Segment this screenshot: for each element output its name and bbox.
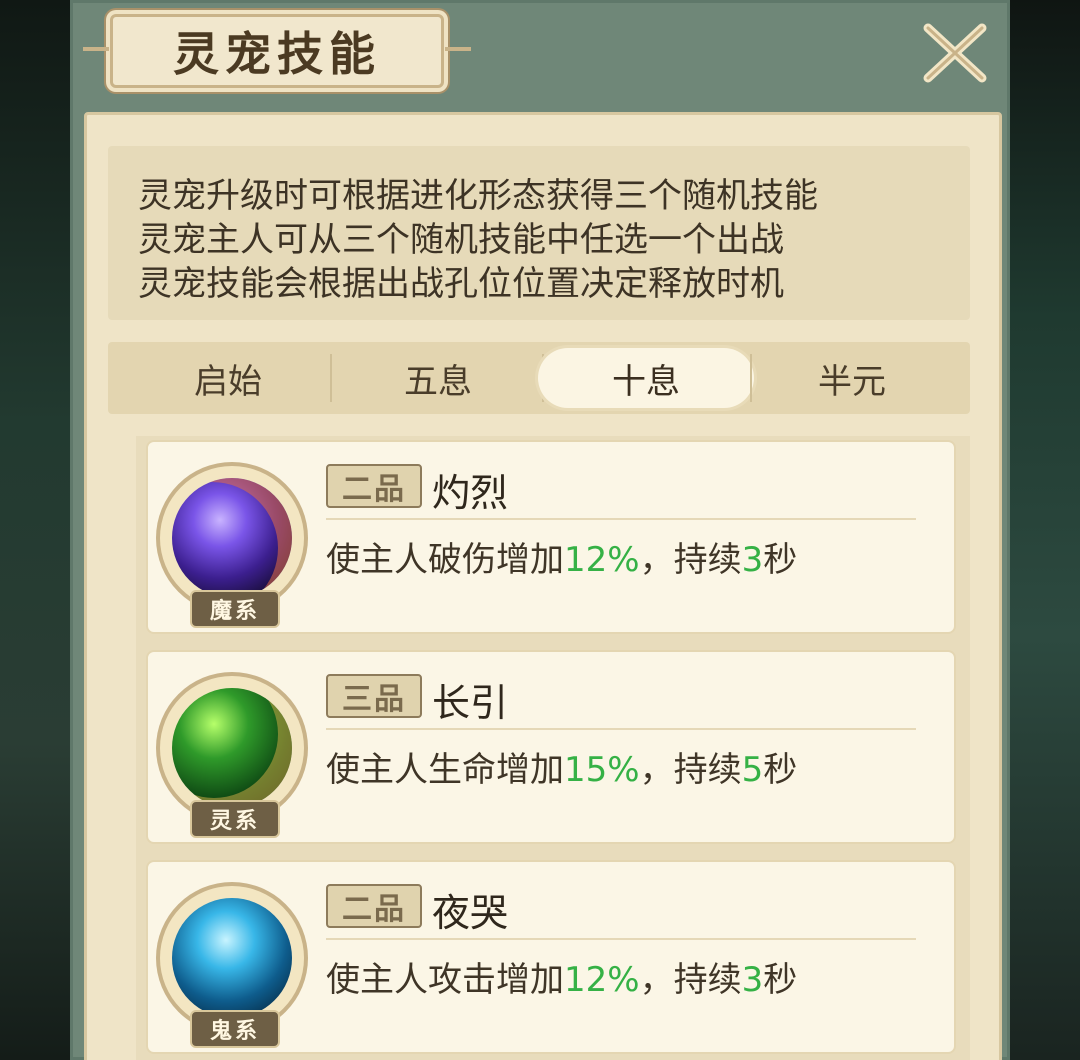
blue-spirit-skill-icon (172, 898, 292, 1018)
effect-text: 使主人攻击增加 (326, 960, 564, 1000)
tab-shixi[interactable]: 十息 (538, 348, 754, 408)
skill-effect: 使主人生命增加15%，持续5秒 (326, 742, 797, 791)
page-title: 灵宠技能 (173, 27, 381, 81)
background-right (1010, 0, 1080, 1060)
divider (326, 518, 916, 520)
effect-value: 15% (564, 750, 640, 790)
effect-unit: 秒 (763, 540, 798, 580)
effect-text: ，持续 (639, 960, 742, 1000)
tab-wuxi[interactable]: 五息 (330, 348, 546, 408)
skill-name: 灼烈 (432, 471, 509, 515)
divider (326, 728, 916, 730)
tab-banyuan[interactable]: 半元 (744, 348, 960, 408)
close-icon (923, 23, 987, 83)
effect-text: 使主人破伤增加 (326, 540, 564, 580)
skill-effect: 使主人破伤增加12%，持续3秒 (326, 532, 797, 581)
description-line: 灵宠主人可从三个随机技能中任选一个出战 (138, 220, 784, 260)
effect-text: ，持续 (639, 750, 742, 790)
divider (326, 938, 916, 940)
tab-qishi[interactable]: 启始 (120, 348, 336, 408)
skill-effect: 使主人攻击增加12%，持续3秒 (326, 952, 797, 1001)
effect-value: 12% (564, 540, 640, 580)
school-badge: 灵系 (190, 800, 280, 838)
school-badge: 鬼系 (190, 1010, 280, 1048)
skill-card[interactable]: 灵系 三品 长引 使主人生命增加15%，持续5秒 (146, 650, 956, 844)
skill-card[interactable]: 魔系 二品 灼烈 使主人破伤增加12%，持续3秒 (146, 440, 956, 634)
game-screen: 灵宠技能 灵宠升级时可根据进化形态获得三个随机技能 灵宠主人可从三个随机技能中任… (0, 0, 1080, 1060)
effect-text: ，持续 (639, 540, 742, 580)
skill-icon-frame (160, 886, 304, 1030)
grade-badge: 二品 (326, 464, 422, 508)
grade-badge: 三品 (326, 674, 422, 718)
description-box: 灵宠升级时可根据进化形态获得三个随机技能 灵宠主人可从三个随机技能中任选一个出战… (108, 146, 970, 320)
title-plate: 灵宠技能 (83, 14, 471, 88)
skill-name: 夜哭 (432, 891, 509, 935)
skill-card[interactable]: 鬼系 二品 夜哭 使主人攻击增加12%，持续3秒 (146, 860, 956, 1054)
effect-duration: 3 (741, 960, 764, 1000)
school-badge: 魔系 (190, 590, 280, 628)
effect-value: 12% (564, 960, 640, 1000)
effect-unit: 秒 (763, 750, 798, 790)
skill-icon-frame (160, 466, 304, 610)
effect-unit: 秒 (763, 960, 798, 1000)
timing-tabs: 启始 五息 十息 半元 (108, 342, 970, 414)
effect-text: 使主人生命增加 (326, 750, 564, 790)
skill-icon-frame (160, 676, 304, 820)
description-line: 灵宠技能会根据出战孔位位置决定释放时机 (138, 264, 784, 304)
background-left (0, 0, 70, 1060)
green-blade-skill-icon (172, 688, 292, 808)
effect-duration: 5 (741, 750, 764, 790)
effect-duration: 3 (741, 540, 764, 580)
description-line: 灵宠升级时可根据进化形态获得三个随机技能 (138, 176, 818, 216)
skill-name: 长引 (432, 681, 509, 725)
close-button[interactable] (920, 18, 990, 88)
purple-flame-skill-icon (172, 478, 292, 598)
grade-badge: 二品 (326, 884, 422, 928)
